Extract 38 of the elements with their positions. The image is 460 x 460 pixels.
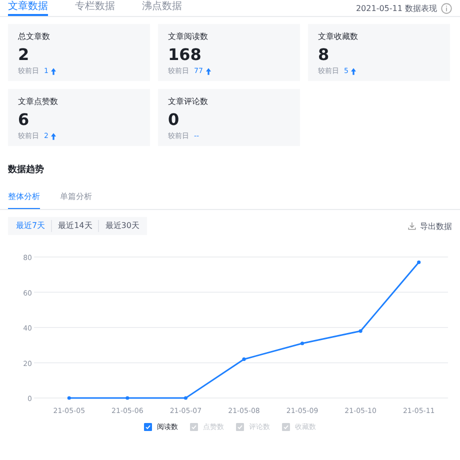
stat-value: 2 <box>18 44 30 66</box>
checkbox-icon[interactable] <box>236 423 244 431</box>
top-tab[interactable]: 文章数据 <box>8 0 48 16</box>
data-point <box>126 396 130 400</box>
data-point <box>300 342 304 346</box>
checkbox-icon[interactable] <box>282 423 290 431</box>
data-point <box>358 329 362 333</box>
analysis-tab[interactable]: 单篇分析 <box>60 191 92 209</box>
stat-value: 0 <box>168 109 180 131</box>
info-icon[interactable] <box>441 2 452 14</box>
up-arrow-icon <box>51 133 56 140</box>
up-arrow-icon <box>51 68 56 75</box>
data-point <box>184 396 188 400</box>
range-option[interactable]: 最近14天 <box>51 220 98 232</box>
top-tab[interactable]: 沸点数据 <box>142 0 182 16</box>
download-icon <box>408 222 416 230</box>
stat-title: 文章点赞数 <box>18 97 59 107</box>
stat-value: 6 <box>18 109 30 131</box>
data-point <box>242 357 246 362</box>
range-option[interactable]: 最近30天 <box>98 220 146 232</box>
stat-title: 文章评论数 <box>168 97 209 107</box>
section-title: 数据趋势 <box>7 163 45 176</box>
report-date: 2021-05-11 数据表现 <box>356 2 437 14</box>
export-button[interactable]: 导出数据 <box>408 220 452 232</box>
checkbox-icon[interactable] <box>144 423 152 431</box>
up-arrow-icon <box>206 68 211 75</box>
top-tab[interactable]: 专栏数据 <box>75 0 115 16</box>
data-point <box>67 396 71 400</box>
stat-title: 总文章数 <box>18 32 51 42</box>
range-option[interactable]: 最近7天 <box>10 220 52 232</box>
analysis-tab[interactable]: 整体分析 <box>8 191 40 209</box>
stat-value: 168 <box>168 44 202 66</box>
data-point <box>417 260 421 264</box>
up-arrow-icon <box>351 68 356 75</box>
stat-title: 文章阅读数 <box>168 32 209 42</box>
checkbox-icon[interactable] <box>190 423 198 431</box>
stat-title: 文章收藏数 <box>318 32 359 42</box>
stat-value: 8 <box>318 44 330 66</box>
